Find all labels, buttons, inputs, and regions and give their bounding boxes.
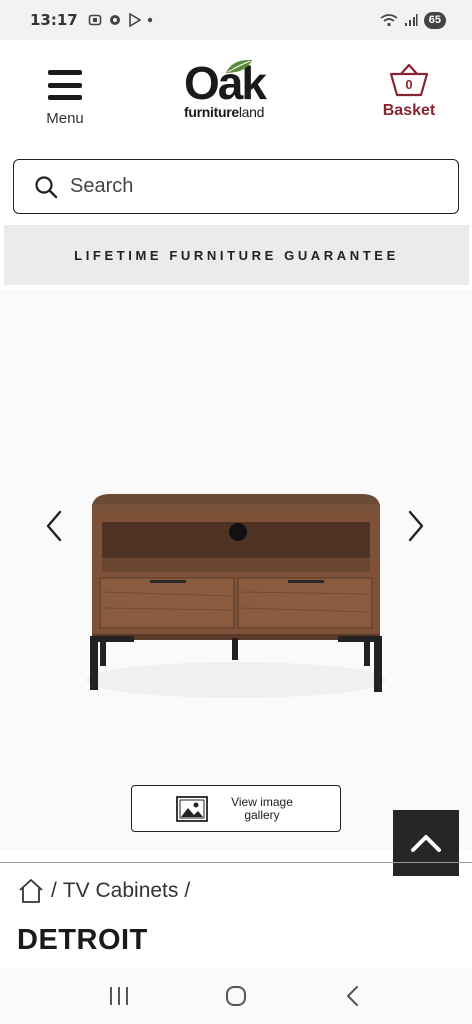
home-circle-icon xyxy=(225,986,246,1006)
product-image[interactable] xyxy=(80,480,392,710)
site-logo[interactable]: Oak furnitureland xyxy=(184,59,290,130)
status-time: 13:17 xyxy=(30,11,78,29)
hamburger-icon xyxy=(48,70,82,100)
breadcrumb-separator: / xyxy=(51,879,57,902)
search-icon xyxy=(35,175,58,198)
image-icon xyxy=(176,795,208,822)
chevron-right-icon[interactable] xyxy=(400,508,430,544)
logo-subtitle: furnitureland xyxy=(184,104,290,120)
settings-icon xyxy=(109,15,120,25)
home-icon[interactable] xyxy=(17,877,45,905)
basket-button[interactable]: 0 Basket xyxy=(374,62,444,120)
leaf-icon xyxy=(226,59,252,73)
product-gallery: View image gallery xyxy=(0,290,472,850)
recent-apps-icon xyxy=(109,987,128,1005)
chevron-up-icon xyxy=(411,835,441,852)
breadcrumb-tv-cabinets[interactable]: TV Cabinets xyxy=(63,879,179,903)
search-input[interactable] xyxy=(70,175,430,198)
play-store-icon xyxy=(128,13,141,27)
basket-count: 0 xyxy=(405,77,412,92)
basket-icon: 0 xyxy=(389,63,429,97)
product-title: DETROIT xyxy=(17,924,148,956)
dot-icon xyxy=(147,17,152,23)
logo-sub-bold: furniture xyxy=(184,104,239,120)
screenshot-icon xyxy=(88,14,102,26)
back-icon xyxy=(347,986,359,1006)
home-button[interactable] xyxy=(216,976,256,1016)
view-gallery-button[interactable]: View image gallery xyxy=(131,785,341,832)
view-gallery-label: View image gallery xyxy=(231,794,293,822)
site-header: Menu Oak furnitureland 0 Basket xyxy=(0,40,472,150)
system-nav-bar xyxy=(0,968,472,1024)
breadcrumb-separator: / xyxy=(184,879,191,902)
back-to-top-button[interactable] xyxy=(393,810,459,876)
status-right: 65 xyxy=(380,11,446,29)
recent-apps-button[interactable] xyxy=(99,976,139,1016)
divider xyxy=(0,862,472,863)
chevron-left-icon[interactable] xyxy=(40,508,70,544)
back-button[interactable] xyxy=(333,976,373,1016)
logo-sub-light: land xyxy=(238,104,265,120)
status-bar: 13:17 65 xyxy=(0,0,472,40)
page: 13:17 65 Menu Oak furnitureland 0 Basket… xyxy=(0,0,472,1024)
menu-button[interactable]: Menu xyxy=(36,70,94,127)
guarantee-banner[interactable]: LIFETIME FURNITURE GUARANTEE xyxy=(4,225,469,285)
battery-badge: 65 xyxy=(423,11,446,29)
menu-label: Menu xyxy=(46,110,84,127)
signal-icon xyxy=(404,14,418,26)
basket-label: Basket xyxy=(382,102,436,119)
search-bar[interactable] xyxy=(13,159,459,214)
breadcrumb: / TV Cabinets / xyxy=(17,877,196,905)
banner-text: LIFETIME FURNITURE GUARANTEE xyxy=(74,247,399,263)
wifi-icon xyxy=(380,14,398,27)
notification-icons xyxy=(88,13,153,27)
